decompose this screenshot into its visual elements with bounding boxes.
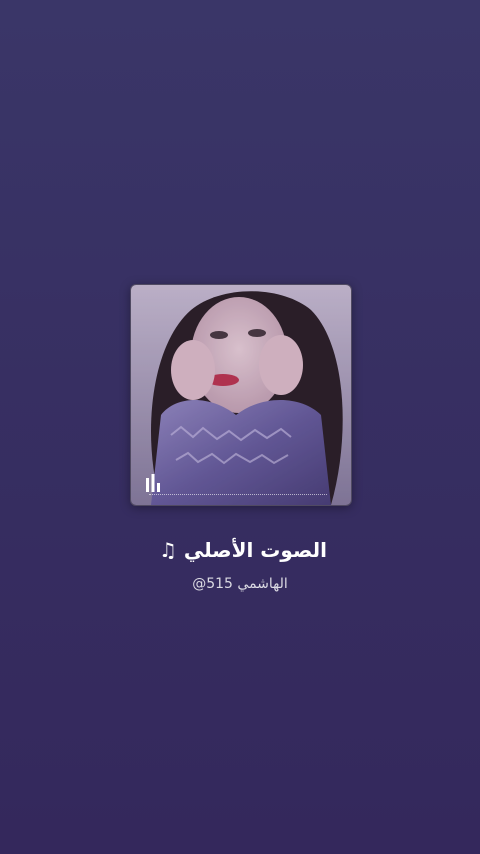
- sound-title-text: الصوت الأصلي: [183, 538, 328, 562]
- sound-title: الصوت الأصلي ♫: [0, 538, 480, 562]
- cover-photo: [131, 285, 351, 505]
- equalizer-icon: [146, 474, 160, 492]
- music-note-icon: ♫: [158, 538, 177, 562]
- album-cover[interactable]: [130, 284, 352, 506]
- progress-track[interactable]: [149, 493, 327, 495]
- sound-author[interactable]: @الهاشمي 515: [0, 576, 480, 592]
